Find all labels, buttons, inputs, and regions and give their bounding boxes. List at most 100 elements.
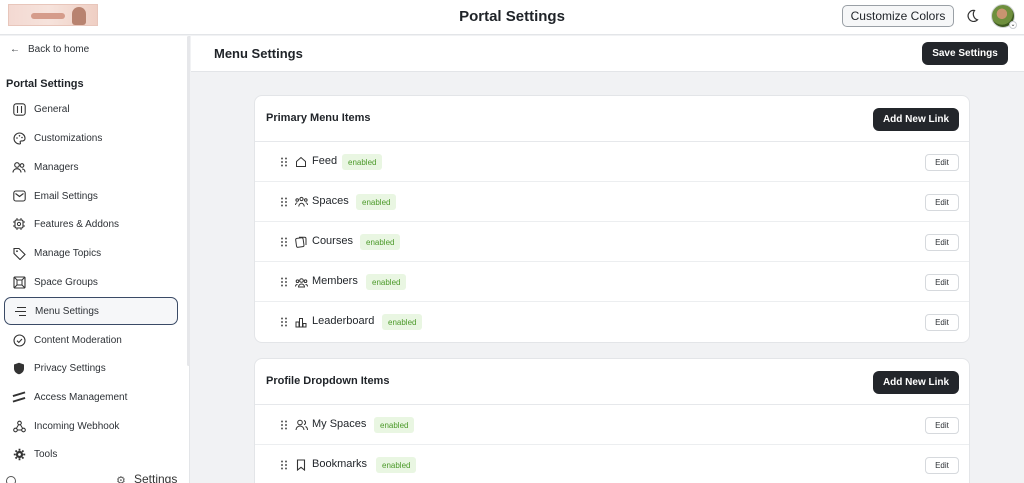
- sidebar-footer: ⚙ Settings: [0, 472, 190, 483]
- edit-button[interactable]: Edit: [925, 194, 959, 211]
- back-label: Back to home: [28, 44, 90, 55]
- menu-item-label: Courses: [312, 235, 353, 247]
- primary-menu-card: Primary Menu Items Add New Link Feed ena…: [254, 95, 970, 343]
- user-icon: [294, 418, 308, 432]
- sidebar-item-label: Email Settings: [34, 190, 98, 202]
- sidebar-item-label: Incoming Webhook: [34, 420, 120, 432]
- sidebar-scrollbar[interactable]: [187, 36, 190, 366]
- drag-handle-icon[interactable]: [280, 460, 288, 470]
- wordpress-icon[interactable]: [6, 476, 16, 483]
- status-badge: enabled: [382, 314, 423, 330]
- menu-item-label: Feed: [312, 155, 338, 167]
- status-badge: enabled: [356, 194, 397, 210]
- customize-colors-button[interactable]: Customize Colors: [842, 5, 954, 27]
- chip-icon: [12, 217, 26, 231]
- mail-icon: [12, 189, 26, 203]
- sidebar-item-email-settings[interactable]: Email Settings: [4, 183, 178, 209]
- status-badge: enabled: [376, 457, 417, 473]
- sidebar-item-label: Features & Addons: [34, 218, 120, 230]
- save-settings-button[interactable]: Save Settings: [922, 42, 1008, 65]
- drag-handle-icon[interactable]: [280, 420, 288, 430]
- palette-icon: [12, 131, 26, 145]
- edit-button[interactable]: Edit: [925, 417, 959, 434]
- grid-icon: [12, 275, 26, 289]
- drag-handle-icon[interactable]: [280, 197, 288, 207]
- edit-button[interactable]: Edit: [925, 274, 959, 291]
- sidebar-item-label: Tools: [34, 448, 58, 460]
- menu-item-row: Leaderboard enabled Edit: [255, 302, 969, 342]
- edit-button[interactable]: Edit: [925, 154, 959, 171]
- home-icon: [294, 155, 308, 169]
- bookmark-icon: [294, 458, 308, 472]
- sidebar-item-manage-topics[interactable]: Manage Topics: [4, 240, 178, 266]
- add-new-link-button[interactable]: Add New Link: [873, 108, 959, 131]
- sidebar-item-access-management[interactable]: Access Management: [4, 384, 178, 410]
- sidebar-item-incoming-webhook[interactable]: Incoming Webhook: [4, 413, 178, 439]
- top-bar: Portal Settings Customize Colors ⌄: [0, 0, 1024, 35]
- edit-button[interactable]: Edit: [925, 314, 959, 331]
- menu-item-row: Courses enabled Edit: [255, 222, 969, 262]
- menu-item-label: Bookmarks: [312, 458, 368, 470]
- menu-item-label: Members: [312, 275, 358, 287]
- sidebar-item-customizations[interactable]: Customizations: [4, 125, 178, 151]
- sidebar-item-content-moderation[interactable]: Content Moderation: [4, 327, 178, 353]
- status-badge: enabled: [374, 417, 415, 433]
- status-badge: enabled: [342, 154, 383, 170]
- check-shield-icon: [12, 333, 26, 347]
- menu-item-row: My Spaces enabled Edit: [255, 405, 969, 445]
- users-icon: [12, 160, 26, 174]
- status-badge: enabled: [366, 274, 407, 290]
- card-header: Primary Menu Items Add New Link: [255, 96, 969, 142]
- sidebar-item-general[interactable]: General: [4, 96, 178, 122]
- chevron-down-icon[interactable]: ⌄: [1009, 21, 1017, 29]
- edit-button[interactable]: Edit: [925, 234, 959, 251]
- sidebar-item-menu-settings[interactable]: Menu Settings: [4, 297, 178, 325]
- sidebar-item-label: Privacy Settings: [34, 362, 106, 374]
- main-header: Menu Settings Save Settings: [191, 36, 1024, 72]
- sidebar: ← Back to home Portal Settings General C…: [0, 36, 190, 483]
- sidebar-item-privacy-settings[interactable]: Privacy Settings: [4, 355, 178, 381]
- members-icon: [294, 275, 308, 289]
- spaces-icon: [294, 195, 308, 209]
- gear-icon: [12, 447, 26, 461]
- menu-item-row: Members enabled Edit: [255, 262, 969, 302]
- sidebar-item-managers[interactable]: Managers: [4, 154, 178, 180]
- webhook-icon: [12, 419, 26, 433]
- gear-icon: ⚙: [116, 475, 126, 483]
- shield-icon: [12, 361, 26, 375]
- menu-item-label: Leaderboard: [312, 315, 375, 327]
- sidebar-item-label: Content Moderation: [34, 334, 122, 346]
- sidebar-item-label: Manage Topics: [34, 247, 102, 259]
- sidebar-item-label: Managers: [34, 161, 79, 173]
- sidebar-item-tools[interactable]: Tools: [4, 441, 178, 467]
- stripes-icon: [12, 390, 26, 404]
- menu-item-label: Spaces: [312, 195, 349, 207]
- settings-link[interactable]: Settings: [134, 472, 177, 483]
- menu-item-label: My Spaces: [312, 418, 367, 430]
- leaderboard-icon: [294, 315, 308, 329]
- sidebar-item-label: Space Groups: [34, 276, 98, 288]
- sidebar-item-features-addons[interactable]: Features & Addons: [4, 211, 178, 237]
- card-header: Profile Dropdown Items Add New Link: [255, 359, 969, 405]
- courses-icon: [294, 235, 308, 249]
- tag-icon: [12, 246, 26, 260]
- edit-button[interactable]: Edit: [925, 457, 959, 474]
- drag-handle-icon[interactable]: [280, 317, 288, 327]
- card-title: Profile Dropdown Items: [266, 375, 390, 387]
- sidebar-item-label: Customizations: [34, 132, 103, 144]
- section-title: Menu Settings: [214, 46, 303, 61]
- sidebar-item-label: Access Management: [34, 391, 128, 403]
- drag-handle-icon[interactable]: [280, 277, 288, 287]
- card-title: Primary Menu Items: [266, 112, 371, 124]
- arrow-left-icon: ←: [10, 44, 20, 55]
- add-new-link-button[interactable]: Add New Link: [873, 371, 959, 394]
- menu-item-row: Spaces enabled Edit: [255, 182, 969, 222]
- sidebar-item-space-groups[interactable]: Space Groups: [4, 269, 178, 295]
- sidebar-item-label: General: [34, 103, 70, 115]
- menu-icon: [13, 304, 27, 318]
- moon-icon[interactable]: [964, 8, 980, 24]
- drag-handle-icon[interactable]: [280, 237, 288, 247]
- menu-item-row: Bookmarks enabled Edit: [255, 445, 969, 483]
- back-to-home-link[interactable]: ← Back to home: [10, 44, 89, 55]
- drag-handle-icon[interactable]: [280, 157, 288, 167]
